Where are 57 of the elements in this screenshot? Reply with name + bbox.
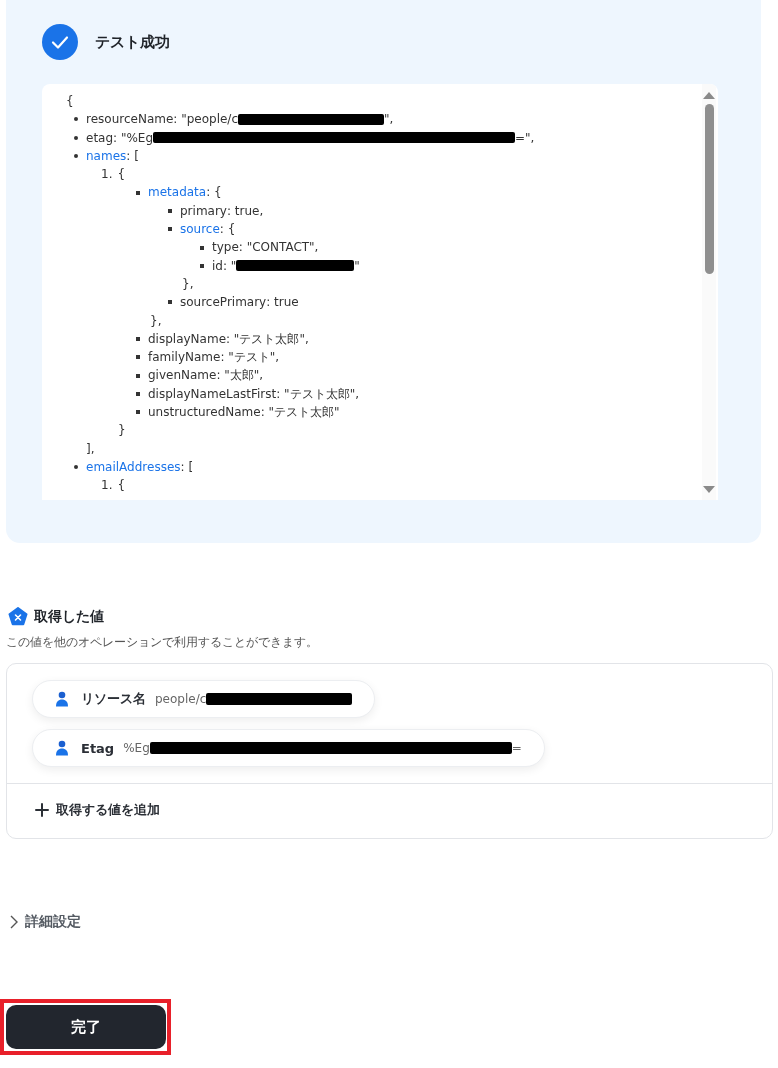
json-text: : "people/c <box>173 111 238 129</box>
json-text: : true <box>266 294 299 312</box>
json-key: primary <box>180 201 227 221</box>
json-text: : "テスト太郎", <box>276 385 359 403</box>
json-text: { <box>117 166 126 184</box>
json-key-link[interactable]: source <box>180 220 220 239</box>
json-key-link[interactable]: emailAddresses <box>86 457 181 477</box>
done-button[interactable]: 完了 <box>6 1005 166 1049</box>
json-text: : "テスト太郎" <box>260 404 340 422</box>
section-title: 取得した値 <box>34 608 104 626</box>
json-text: : true, <box>226 202 264 220</box>
json-text: : "テスト太郎", <box>226 330 309 348</box>
result-title: テスト成功 <box>95 32 170 52</box>
json-text: : "%Eg <box>113 129 154 147</box>
json-text: { <box>66 93 75 110</box>
list-number: 1. <box>101 166 113 184</box>
json-text: : [ <box>126 147 139 165</box>
value-label: リソース名 <box>81 690 146 708</box>
add-value-button[interactable]: 取得する値を追加 <box>7 784 160 838</box>
advanced-settings-toggle[interactable]: 詳細設定 <box>9 913 81 931</box>
list-number: 1. <box>101 477 113 495</box>
value-chip[interactable]: リソース名 people/c <box>32 680 376 718</box>
value-text: people/c <box>155 692 207 706</box>
scrollbar[interactable] <box>702 84 716 500</box>
json-text: " <box>354 257 360 275</box>
json-key: type <box>212 238 239 257</box>
plus-icon <box>35 803 49 817</box>
scrollbar-thumb[interactable] <box>704 104 714 274</box>
person-icon <box>55 740 69 756</box>
json-key: unstructuredName <box>148 403 261 422</box>
json-text: { <box>117 477 126 495</box>
value-text: %Eg <box>123 741 150 755</box>
json-text: =", <box>515 129 535 147</box>
json-text: : "CONTACT", <box>238 239 319 257</box>
json-text: : { <box>219 221 236 239</box>
json-text: ", <box>384 111 394 129</box>
json-text: }, <box>182 275 195 293</box>
person-icon <box>55 691 69 707</box>
json-text: } <box>118 422 127 440</box>
section-description: この値を他のオペレーションで利用することができます。 <box>6 634 319 651</box>
json-text: : "太郎", <box>216 367 264 385</box>
json-key-link[interactable]: metadata <box>148 183 207 202</box>
json-text: }, <box>150 312 163 330</box>
scroll-up-icon <box>702 91 716 99</box>
json-text: : [ <box>180 458 194 476</box>
variable-icon <box>8 607 28 627</box>
json-key: id <box>212 256 223 275</box>
value-label: Etag <box>81 740 115 756</box>
json-key: displayName <box>148 329 226 349</box>
json-text: : " <box>222 257 237 275</box>
json-text: : { <box>206 184 222 202</box>
json-text: ], <box>86 440 96 458</box>
value-text: = <box>511 741 522 755</box>
value-chip[interactable]: Etag %Eg = <box>32 729 545 767</box>
json-text: : "テスト", <box>220 349 280 367</box>
json-key: etag <box>86 128 114 147</box>
scroll-down-icon <box>702 486 716 494</box>
